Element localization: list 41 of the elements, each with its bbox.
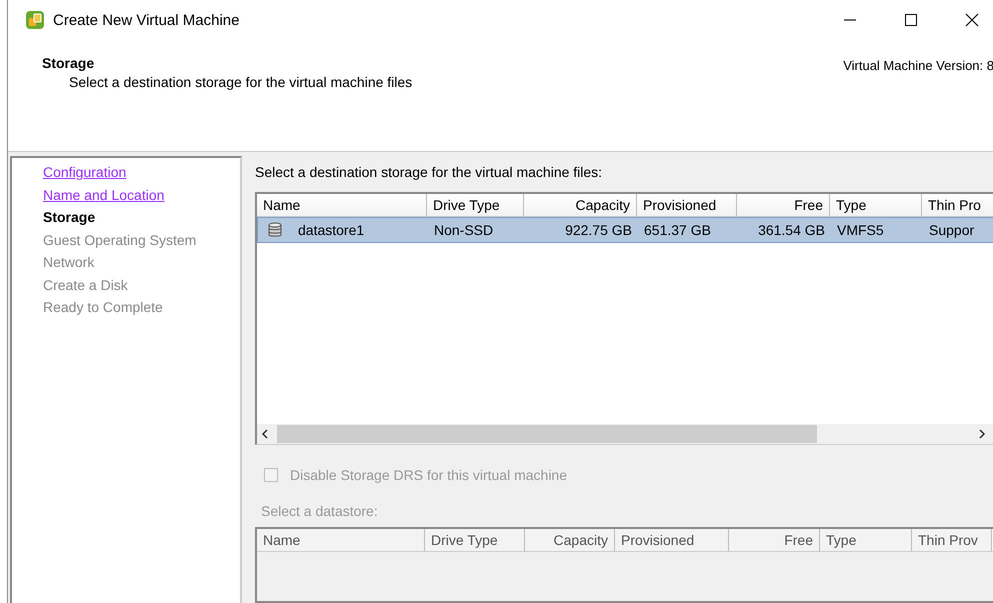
close-icon	[964, 13, 978, 27]
scrollbar-thumb[interactable]	[277, 425, 817, 443]
column-header[interactable]: Name	[257, 529, 425, 551]
column-header[interactable]: Provisioned	[615, 529, 729, 551]
pending-step: Ready to Complete	[43, 296, 163, 318]
table-cell: Non-SSD	[434, 222, 494, 238]
app-logo-icon	[25, 10, 45, 30]
minimize-icon	[844, 19, 856, 21]
column-header[interactable]: Free	[729, 529, 820, 551]
column-header[interactable]: Name	[257, 194, 427, 216]
column-header[interactable]: Capacity	[524, 194, 637, 216]
page-subtitle: Select a destination storage for the virtual machine files	[69, 74, 414, 90]
column-header[interactable]: Type	[820, 529, 912, 551]
pending-step: Network	[43, 251, 94, 274]
column-header[interactable]: Thin Prov	[912, 529, 992, 551]
horizontal-scrollbar[interactable]	[257, 424, 993, 444]
column-header[interactable]: Free	[737, 194, 830, 216]
table-cell: VMFS5	[837, 222, 884, 238]
column-header[interactable]: Capacity	[525, 529, 615, 551]
pending-step: Create a Disk	[43, 274, 128, 296]
column-header[interactable]: Provisioned	[637, 194, 737, 216]
column-header[interactable]: Drive Type	[427, 194, 524, 216]
page-title: Storage	[42, 55, 96, 71]
table-cell: 651.37 GB	[644, 222, 711, 238]
database-icon	[268, 222, 282, 238]
table-cell: 922.75 GB	[565, 222, 632, 238]
table-cell: datastore1	[298, 222, 364, 238]
table-cell: 361.54 GB	[758, 222, 825, 238]
step-link[interactable]: Name and Location	[43, 184, 164, 206]
table-row[interactable]: datastore1 Non-SSD 922.75 GB 651.37 GB 361.54 GB VMFS5 Suppor	[257, 217, 993, 243]
current-step: Storage	[43, 206, 96, 228]
maximize-icon	[904, 13, 918, 27]
window-title: Create New Virtual Machine	[53, 12, 240, 28]
table-cell: Suppor	[929, 222, 974, 238]
pending-step: Guest Operating System	[43, 228, 196, 251]
column-header[interactable]: Type	[830, 194, 922, 216]
step-link[interactable]: Configuration	[43, 161, 126, 184]
column-header[interactable]: Drive Type	[425, 529, 525, 551]
checkbox-label: Disable Storage DRS for this virtual machine	[290, 467, 568, 483]
datastore-label: Select a datastore:	[261, 503, 379, 519]
table-prompt: Select a destination storage for the virtual machine files:	[255, 163, 604, 182]
